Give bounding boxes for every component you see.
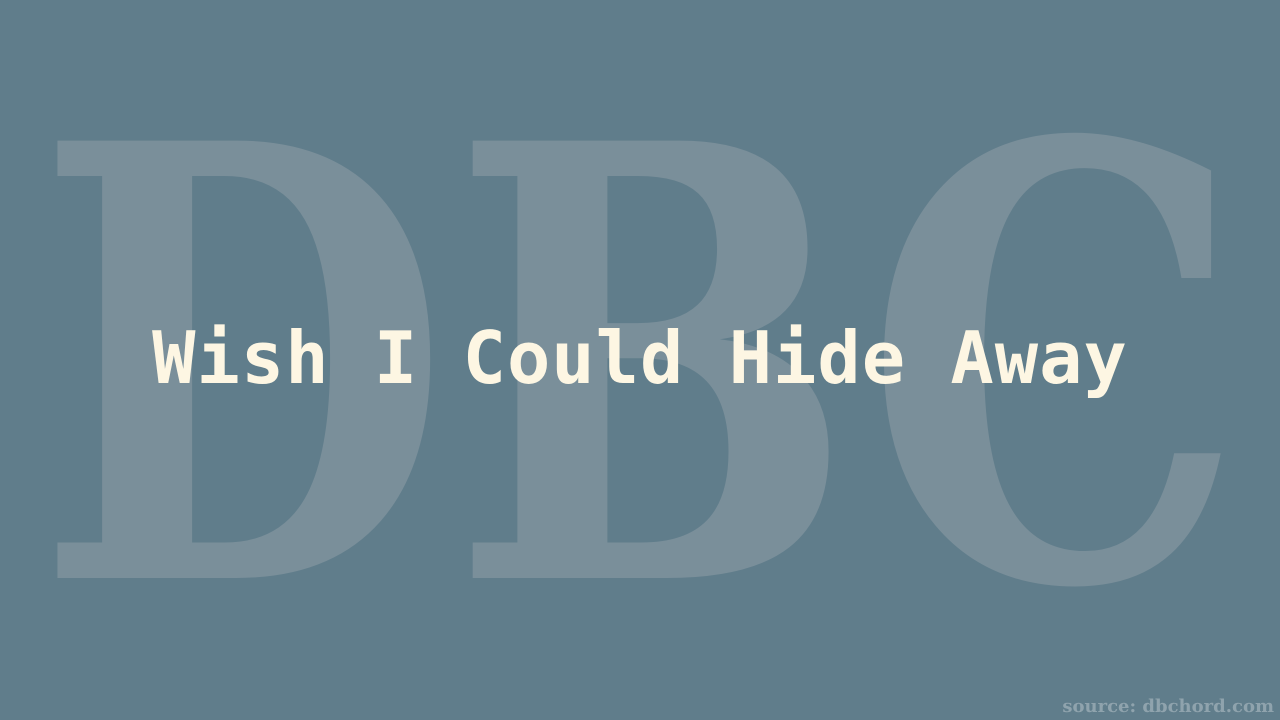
song-title: Wish I Could Hide Away [152,316,1128,400]
source-credit: source: dbchord.com [1062,696,1274,717]
